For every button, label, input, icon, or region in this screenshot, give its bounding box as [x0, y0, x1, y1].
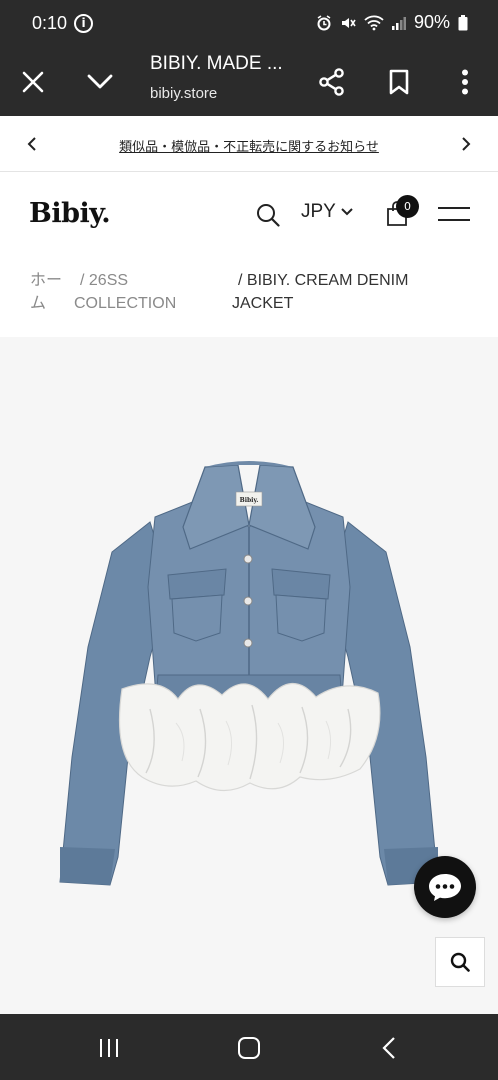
breadcrumb-home[interactable]: ホー ム — [30, 269, 62, 315]
chevron-right-icon[interactable] — [452, 130, 480, 158]
alarm-icon — [317, 14, 331, 30]
breadcrumb-home-line1: ホー — [30, 272, 63, 289]
zoom-button[interactable] — [435, 937, 485, 987]
page-url[interactable]: bibiy.store — [150, 85, 217, 102]
breadcrumb-home-line2: ム — [30, 295, 47, 312]
chevron-down-icon — [341, 208, 353, 216]
info-icon: i — [74, 14, 93, 33]
currency-selector[interactable]: JPY — [301, 201, 353, 223]
chat-button[interactable] — [414, 856, 476, 918]
breadcrumb-collection[interactable]: / 26SS COLLECTION — [74, 269, 176, 315]
system-nav-bar — [0, 1014, 498, 1080]
home-icon[interactable] — [229, 1028, 269, 1068]
jacket-ruffle — [118, 682, 381, 792]
share-icon[interactable] — [308, 58, 356, 106]
announcement-bar: 類似品・模倣品・不正転売に関するお知らせ — [0, 116, 498, 172]
currency-label: JPY — [301, 201, 336, 222]
battery-text: 90% — [413, 12, 450, 32]
signal-icon — [391, 16, 406, 30]
denim-jacket-illustration: Bibiy. — [59, 461, 439, 886]
announcement-link[interactable]: 類似品・模倣品・不正転売に関するお知らせ — [0, 136, 498, 155]
battery-icon — [458, 14, 468, 30]
zoom-icon — [450, 952, 470, 972]
recents-icon[interactable] — [89, 1028, 129, 1068]
back-icon[interactable] — [369, 1028, 409, 1068]
breadcrumb-current: / BIBIY. CREAM DENIM JACKET — [232, 269, 408, 315]
breadcrumb-collection-line1: / 26SS — [80, 272, 129, 289]
breadcrumb-current-line1: / BIBIY. CREAM DENIM — [238, 272, 409, 289]
close-icon[interactable] — [9, 58, 57, 106]
logo[interactable]: Bibiy. — [29, 198, 111, 229]
bookmark-icon[interactable] — [375, 58, 423, 106]
status-bar: 0:10 i 90% — [0, 0, 498, 48]
page-title[interactable]: BIBIY. MADE ... — [150, 53, 283, 75]
mute-icon — [341, 17, 356, 28]
breadcrumb-collection-line2: COLLECTION — [74, 295, 177, 312]
search-icon[interactable] — [254, 201, 282, 229]
browser-toolbar: BIBIY. MADE ... bibiy.store — [0, 48, 498, 116]
status-icons: 90% — [316, 12, 468, 33]
menu-icon[interactable] — [436, 203, 472, 225]
product-image[interactable]: Bibiy. — [0, 337, 498, 1014]
site-header: Bibiy. JPY 0 — [0, 173, 498, 259]
status-time: 0:10 — [32, 13, 68, 33]
wifi-icon — [364, 15, 384, 30]
breadcrumb-current-line2: JACKET — [232, 295, 294, 312]
more-vert-icon[interactable] — [441, 58, 489, 106]
cart-count-badge: 0 — [396, 195, 419, 218]
chevron-down-icon[interactable] — [76, 58, 124, 106]
jacket-label-text: Bibiy. — [240, 497, 259, 504]
chat-icon — [429, 874, 461, 901]
breadcrumb: ホー ム / 26SS COLLECTION / BIBIY. CREAM DE… — [0, 259, 498, 337]
